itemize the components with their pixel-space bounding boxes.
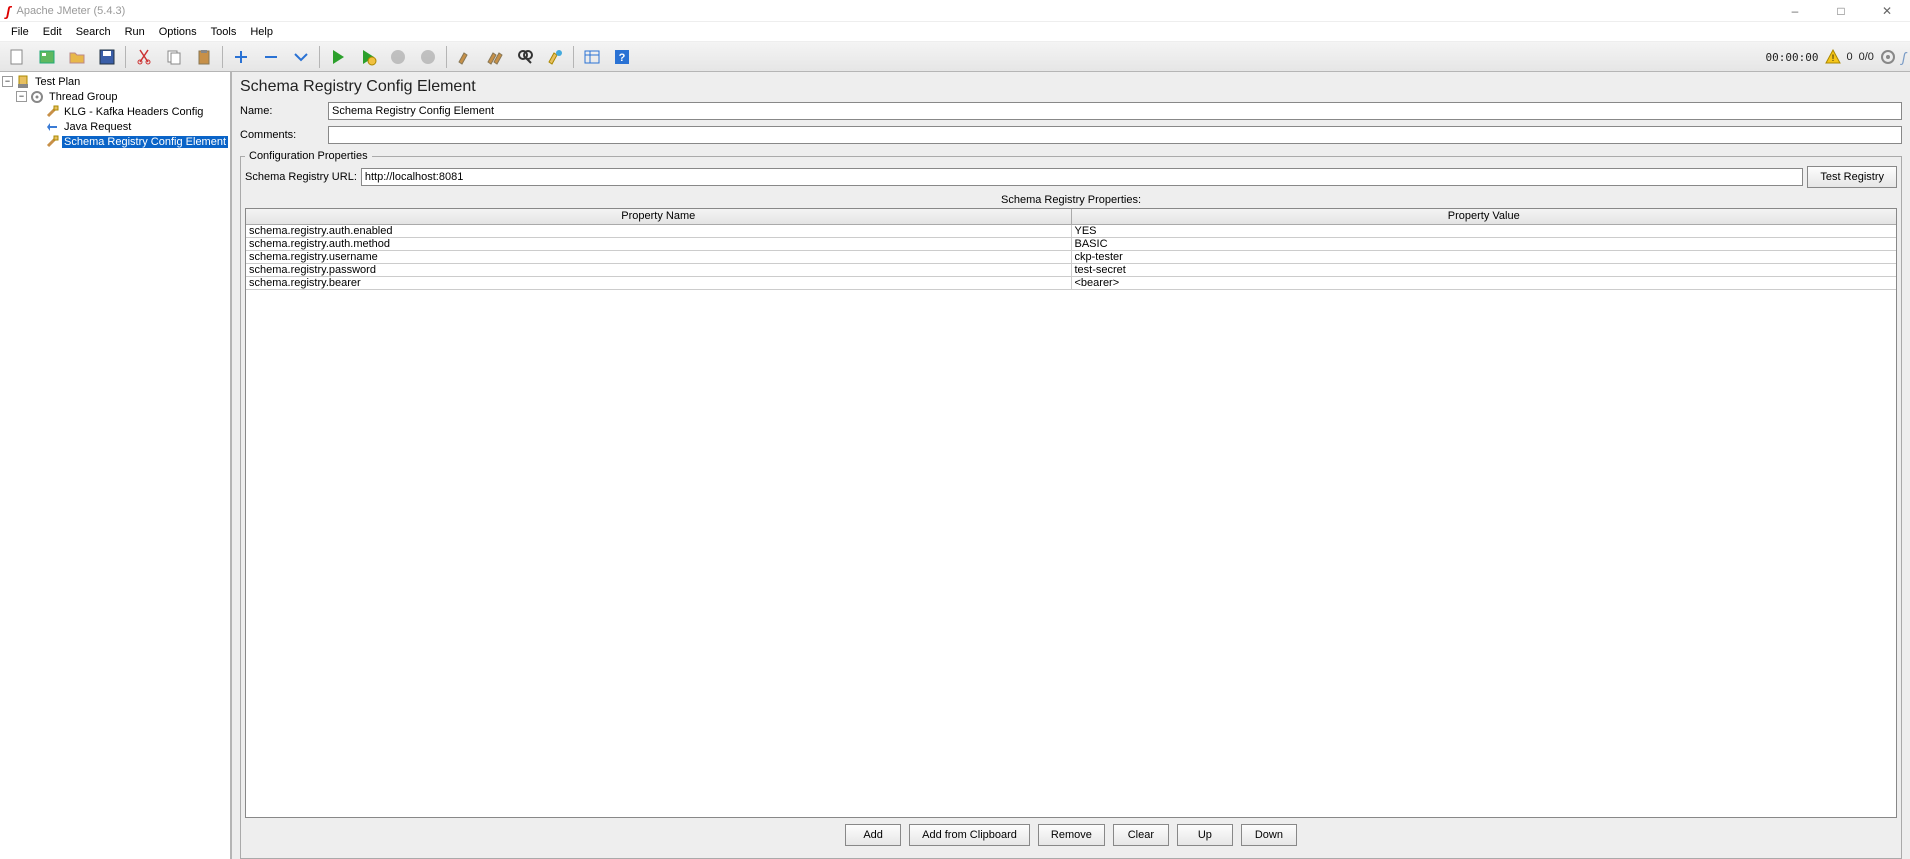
menu-options[interactable]: Options (152, 24, 204, 40)
tree-label: Java Request (62, 121, 133, 133)
down-button[interactable]: Down (1241, 824, 1297, 846)
comments-input[interactable] (328, 126, 1902, 144)
config-properties-fieldset: Configuration Properties Schema Registry… (240, 150, 1902, 859)
registry-properties-title: Schema Registry Properties: (245, 192, 1897, 208)
new-button[interactable] (3, 43, 31, 71)
svg-text:?: ? (619, 52, 626, 64)
cell-prop-value[interactable]: BASIC (1071, 237, 1896, 250)
maximize-button[interactable]: □ (1818, 0, 1864, 22)
comments-label: Comments: (240, 129, 328, 141)
cut-button[interactable] (130, 43, 158, 71)
jmeter-logo-icon: ʃ (6, 3, 10, 19)
menu-bar: File Edit Search Run Options Tools Help (0, 22, 1910, 42)
table-row[interactable]: schema.registry.bearer <bearer> (246, 276, 1896, 289)
toggle-button[interactable] (287, 43, 315, 71)
window-title: Apache JMeter (5.4.3) (16, 5, 125, 17)
function-helper-button[interactable] (578, 43, 606, 71)
collapse-icon[interactable]: − (2, 76, 13, 87)
thread-count: 0/0 (1859, 51, 1874, 63)
stop-button[interactable] (384, 43, 412, 71)
warning-icon[interactable]: ! (1825, 49, 1841, 65)
tree-label: Test Plan (33, 76, 82, 88)
cell-prop-value[interactable]: test-secret (1071, 263, 1896, 276)
start-button[interactable] (324, 43, 352, 71)
tree-label: KLG - Kafka Headers Config (62, 106, 205, 118)
svg-text:!: ! (1831, 53, 1834, 63)
properties-table[interactable]: Property Name Property Value schema.regi… (246, 209, 1896, 290)
expand-button[interactable] (227, 43, 255, 71)
menu-edit[interactable]: Edit (36, 24, 69, 40)
save-button[interactable] (93, 43, 121, 71)
sampler-icon (44, 120, 60, 134)
cell-prop-name[interactable]: schema.registry.username (246, 250, 1071, 263)
remove-button[interactable]: Remove (1038, 824, 1105, 846)
clear-table-button[interactable]: Clear (1113, 824, 1169, 846)
test-plan-icon (15, 75, 31, 89)
add-from-clipboard-button[interactable]: Add from Clipboard (909, 824, 1030, 846)
feather-icon: ʃ (1902, 49, 1906, 65)
tree-node-java-request[interactable]: Java Request (0, 119, 230, 134)
table-row[interactable]: schema.registry.auth.enabled YES (246, 224, 1896, 237)
reset-search-button[interactable] (541, 43, 569, 71)
cell-prop-name[interactable]: schema.registry.bearer (246, 276, 1071, 289)
test-registry-button[interactable]: Test Registry (1807, 166, 1897, 188)
tree-node-kafka-headers[interactable]: KLG - Kafka Headers Config (0, 104, 230, 119)
table-row[interactable]: schema.registry.password test-secret (246, 263, 1896, 276)
clear-all-button[interactable] (481, 43, 509, 71)
menu-tools[interactable]: Tools (204, 24, 244, 40)
menu-file[interactable]: File (4, 24, 36, 40)
menu-help[interactable]: Help (243, 24, 280, 40)
col-property-value[interactable]: Property Value (1071, 209, 1896, 224)
collapse-icon[interactable]: − (16, 91, 27, 102)
collapse-button[interactable] (257, 43, 285, 71)
properties-table-wrap[interactable]: Property Name Property Value schema.regi… (245, 208, 1897, 818)
cell-prop-name[interactable]: schema.registry.password (246, 263, 1071, 276)
tree-node-thread-group[interactable]: − Thread Group (0, 89, 230, 104)
name-label: Name: (240, 105, 328, 117)
cell-prop-value[interactable]: ckp-tester (1071, 250, 1896, 263)
config-element-icon (44, 135, 60, 149)
minimize-button[interactable]: – (1772, 0, 1818, 22)
warning-count: 0 (1847, 51, 1853, 63)
elapsed-time: 00:00:00 (1766, 51, 1819, 64)
search-button[interactable] (511, 43, 539, 71)
table-row[interactable]: schema.registry.username ckp-tester (246, 250, 1896, 263)
name-input[interactable] (328, 102, 1902, 120)
shutdown-button[interactable] (414, 43, 442, 71)
registry-url-label: Schema Registry URL: (245, 171, 357, 183)
title-bar: ʃ Apache JMeter (5.4.3) – □ ✕ (0, 0, 1910, 22)
up-button[interactable]: Up (1177, 824, 1233, 846)
tree-panel[interactable]: − Test Plan − Thread Group KLG - Kafka H… (0, 72, 232, 859)
add-button[interactable]: Add (845, 824, 901, 846)
toolbar: ? 00:00:00 ! 0 0/0 ʃ (0, 42, 1910, 72)
panel-title: Schema Registry Config Element (240, 78, 1902, 96)
col-property-name[interactable]: Property Name (246, 209, 1071, 224)
cell-prop-name[interactable]: schema.registry.auth.enabled (246, 224, 1071, 237)
tree-label: Schema Registry Config Element (62, 136, 228, 148)
cell-prop-value[interactable]: YES (1071, 224, 1896, 237)
config-properties-legend: Configuration Properties (245, 150, 372, 162)
tree-node-schema-registry[interactable]: Schema Registry Config Element (0, 134, 230, 149)
close-button[interactable]: ✕ (1864, 0, 1910, 22)
menu-run[interactable]: Run (118, 24, 152, 40)
table-button-row: Add Add from Clipboard Remove Clear Up D… (245, 818, 1897, 854)
templates-button[interactable] (33, 43, 61, 71)
cell-prop-value[interactable]: <bearer> (1071, 276, 1896, 289)
tree-node-test-plan[interactable]: − Test Plan (0, 74, 230, 89)
cell-prop-name[interactable]: schema.registry.auth.method (246, 237, 1071, 250)
start-no-timers-button[interactable] (354, 43, 382, 71)
config-element-icon (44, 105, 60, 119)
menu-search[interactable]: Search (69, 24, 118, 40)
thread-group-icon (29, 90, 45, 104)
editor-panel: Schema Registry Config Element Name: Com… (232, 72, 1910, 859)
help-button[interactable]: ? (608, 43, 636, 71)
table-row[interactable]: schema.registry.auth.method BASIC (246, 237, 1896, 250)
paste-button[interactable] (190, 43, 218, 71)
open-button[interactable] (63, 43, 91, 71)
clear-button[interactable] (451, 43, 479, 71)
tree-label: Thread Group (47, 91, 119, 103)
active-threads-icon (1880, 49, 1896, 65)
registry-url-input[interactable] (361, 168, 1804, 186)
copy-button[interactable] (160, 43, 188, 71)
